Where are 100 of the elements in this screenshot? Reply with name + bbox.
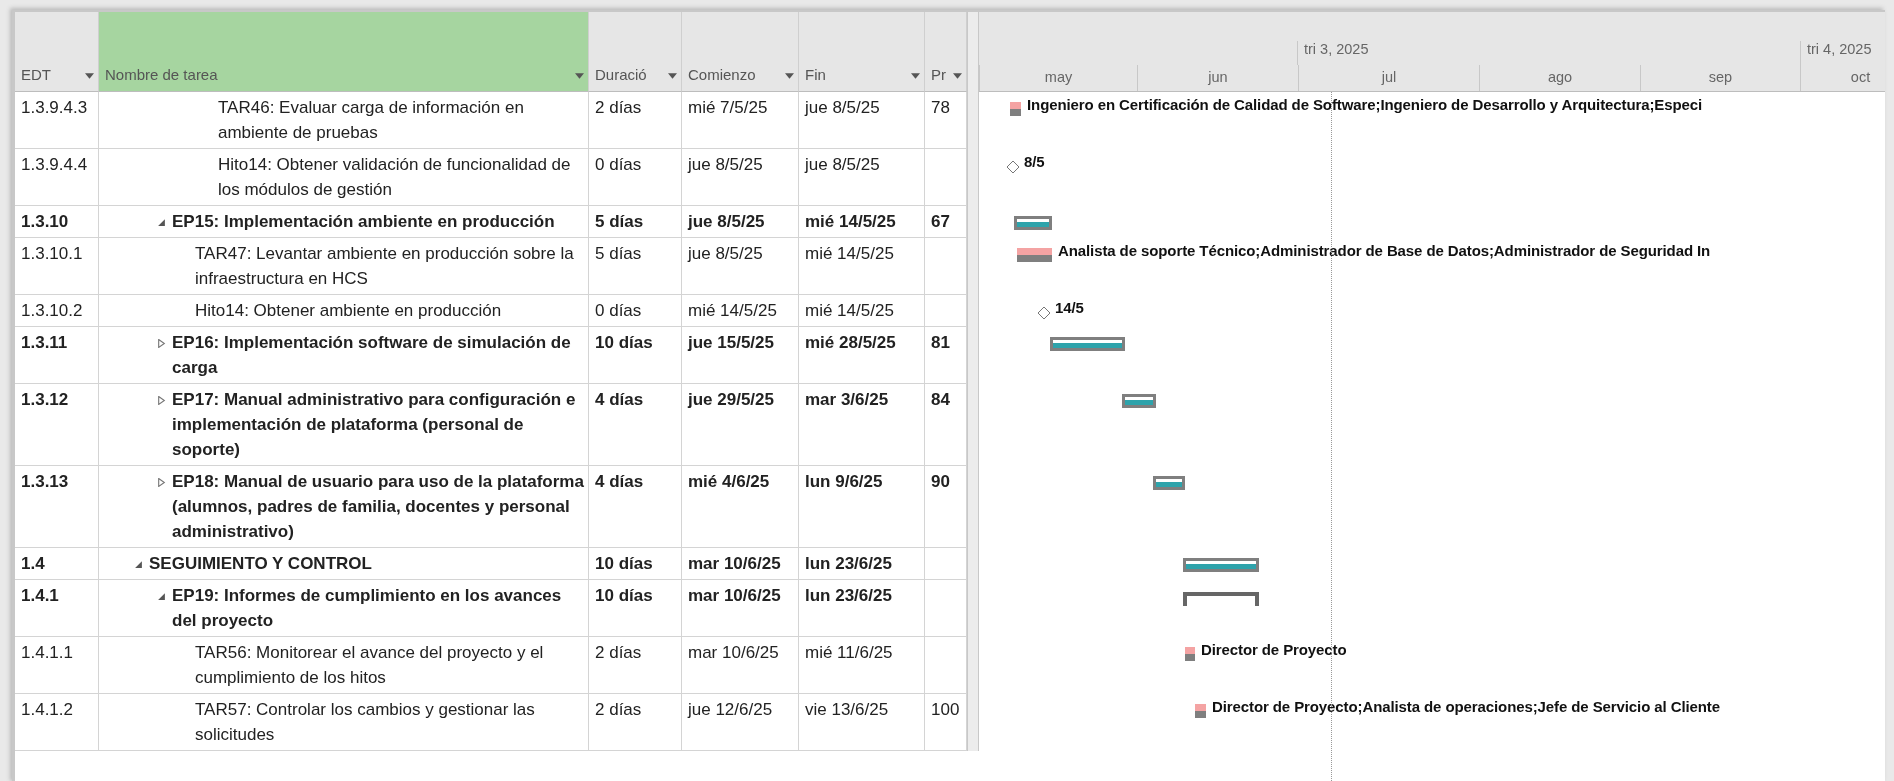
resource-label: Analista de soporte Técnico;Administrador de Base de Datos;Administrador de Seguridad In — [1058, 242, 1711, 259]
start-date-cell: jue 29/5/25 — [682, 384, 799, 466]
column-header[interactable]: Duració — [589, 12, 682, 92]
percent-cell: 78 — [925, 92, 967, 149]
finish-date-cell: jue 8/5/25 — [799, 149, 925, 206]
finish-date-cell: mié 28/5/25 — [799, 327, 925, 384]
task-name: SEGUIMIENTO Y CONTROL — [149, 553, 372, 575]
finish-date-cell: mié 11/6/25 — [799, 637, 925, 694]
task-name: TAR57: Controlar los cambios y gestionar las solicitudes — [195, 699, 536, 746]
collapse-triangle-icon[interactable] — [134, 560, 143, 569]
task-name: TAR47: Levantar ambiente en producción sobre la infraestructura en HCS — [195, 243, 575, 290]
finish-date-cell: vie 13/6/25 — [799, 694, 925, 751]
milestone-diamond-icon[interactable] — [1006, 160, 1020, 174]
wbs-cell: 1.3.9.4.4 — [15, 149, 99, 206]
month-label: sep — [1640, 65, 1800, 91]
percent-cell — [925, 580, 967, 637]
wbs-cell: 1.3.10.1 — [15, 238, 99, 295]
start-date-cell: jue 8/5/25 — [682, 206, 799, 238]
dropdown-arrow-icon[interactable] — [85, 73, 94, 79]
dropdown-arrow-icon[interactable] — [575, 73, 584, 79]
resource-label: Ingeniero en Certificación de Calidad de Software;Ingeniero de Desarrollo y Arquitectura;Especi — [1027, 96, 1703, 113]
expand-triangle-icon[interactable] — [157, 339, 166, 348]
milestone-diamond-icon[interactable] — [1037, 306, 1051, 320]
start-date-cell: jue 15/5/25 — [682, 327, 799, 384]
finish-date-cell: lun 23/6/25 — [799, 580, 925, 637]
percent-cell — [925, 149, 967, 206]
month-label: may — [979, 65, 1137, 91]
dropdown-arrow-icon[interactable] — [911, 73, 920, 79]
column-header[interactable]: EDT — [15, 12, 99, 92]
quarter-label: tri 4, 2025 — [1800, 41, 1885, 65]
column-header[interactable]: Comienzo — [682, 12, 799, 92]
wbs-cell: 1.3.10.2 — [15, 295, 99, 327]
summary-bar[interactable] — [1122, 394, 1156, 408]
duration-cell: 4 días — [589, 466, 682, 548]
column-header[interactable]: Fin — [799, 12, 925, 92]
wbs-cell: 1.3.11 — [15, 327, 99, 384]
percent-cell — [925, 238, 967, 295]
task-name: Hito14: Obtener ambiente en producción — [195, 300, 502, 322]
duration-cell: 10 días — [589, 580, 682, 637]
duration-cell: 0 días — [589, 295, 682, 327]
start-date-cell: mié 14/5/25 — [682, 295, 799, 327]
summary-bar[interactable] — [1153, 476, 1185, 490]
start-date-cell: jue 8/5/25 — [682, 149, 799, 206]
duration-cell: 10 días — [589, 548, 682, 580]
milestone-date-label: 14/5 — [1055, 299, 1084, 316]
wbs-cell: 1.3.10 — [15, 206, 99, 238]
quarter-label: tri 3, 2025 — [1297, 41, 1800, 65]
duration-cell: 5 días — [589, 206, 682, 238]
dropdown-arrow-icon[interactable] — [785, 73, 794, 79]
summary-bar[interactable] — [1183, 558, 1259, 572]
duration-cell: 4 días — [589, 384, 682, 466]
task-name: EP16: Implementación software de simulación de carga — [172, 332, 572, 379]
task-bar[interactable] — [1017, 248, 1052, 262]
task-name: TAR46: Evaluar carga de información en ambiente de pruebas — [218, 97, 525, 144]
percent-cell — [925, 295, 967, 327]
percent-cell: 100 — [925, 694, 967, 751]
percent-cell — [925, 637, 967, 694]
task-name: TAR56: Monitorear el avance del proyecto y el cumplimiento de los hitos — [195, 642, 545, 689]
percent-cell: 67 — [925, 206, 967, 238]
milestone-date-label: 8/5 — [1024, 153, 1045, 170]
column-header[interactable]: Nombre de tarea — [99, 12, 589, 92]
finish-date-cell: jue 8/5/25 — [799, 92, 925, 149]
percent-cell: 90 — [925, 466, 967, 548]
dropdown-arrow-icon[interactable] — [668, 73, 677, 79]
task-bar[interactable] — [1010, 102, 1021, 116]
task-bar[interactable] — [1185, 647, 1195, 661]
month-label: oct — [1800, 65, 1885, 91]
collapse-triangle-icon[interactable] — [157, 218, 166, 227]
finish-date-cell: mar 3/6/25 — [799, 384, 925, 466]
task-name: EP18: Manual de usuario para uso de la plataforma (alumnos, padres de familia, docentes y personal administrativo) — [172, 471, 584, 543]
duration-cell: 2 días — [589, 92, 682, 149]
finish-date-cell: mié 14/5/25 — [799, 295, 925, 327]
wbs-cell: 1.3.9.4.3 — [15, 92, 99, 149]
wbs-cell: 1.4.1 — [15, 580, 99, 637]
duration-cell: 0 días — [589, 149, 682, 206]
summary-bar[interactable] — [1050, 337, 1125, 351]
start-date-cell: mar 10/6/25 — [682, 637, 799, 694]
resource-label: Director de Proyecto — [1201, 641, 1347, 658]
wbs-cell: 1.4 — [15, 548, 99, 580]
start-date-cell: jue 8/5/25 — [682, 238, 799, 295]
column-header[interactable]: Pr — [925, 12, 967, 92]
summary-bar[interactable] — [1014, 216, 1052, 230]
wbs-cell: 1.4.1.2 — [15, 694, 99, 751]
task-name: EP19: Informes de cumplimiento en los avances del proyecto — [172, 585, 563, 632]
start-date-cell: mar 10/6/25 — [682, 580, 799, 637]
wbs-cell: 1.4.1.1 — [15, 637, 99, 694]
percent-cell: 81 — [925, 327, 967, 384]
summary-bracket-bar[interactable] — [1183, 592, 1259, 606]
task-name: EP15: Implementación ambiente en producción — [172, 211, 555, 233]
expand-triangle-icon[interactable] — [157, 478, 166, 487]
task-name: EP17: Manual administrativo para configuración e implementación de plataforma (personal de soporte) — [172, 389, 577, 461]
collapse-triangle-icon[interactable] — [157, 592, 166, 601]
duration-cell: 2 días — [589, 694, 682, 751]
start-date-cell: jue 12/6/25 — [682, 694, 799, 751]
resource-label: Director de Proyecto;Analista de operaciones;Jefe de Servicio al Cliente — [1212, 698, 1720, 715]
expand-triangle-icon[interactable] — [157, 396, 166, 405]
dropdown-arrow-icon[interactable] — [953, 73, 962, 79]
duration-cell: 2 días — [589, 637, 682, 694]
duration-cell: 5 días — [589, 238, 682, 295]
task-bar[interactable] — [1195, 704, 1206, 718]
